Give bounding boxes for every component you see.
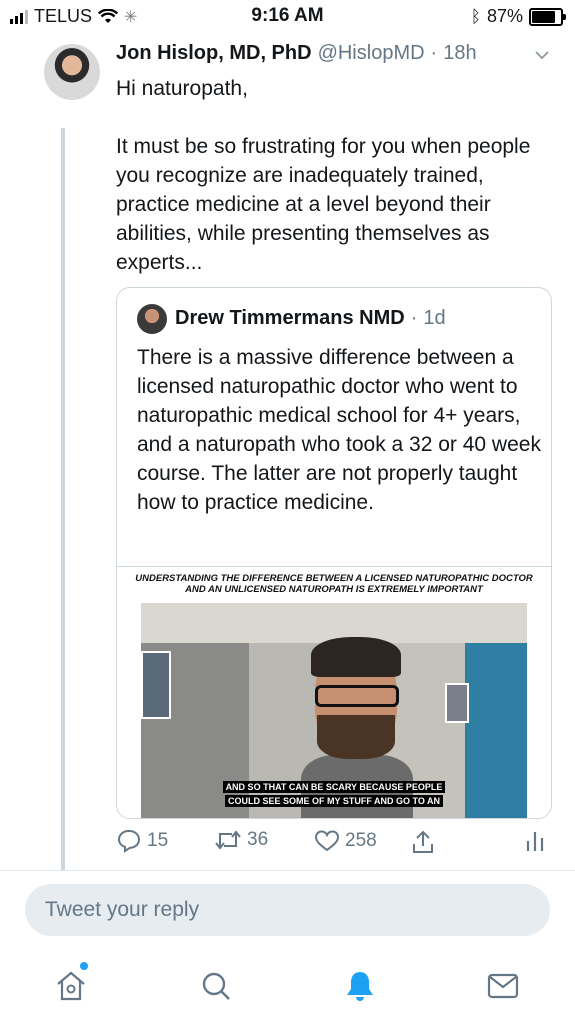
messages-icon[interactable] (485, 968, 521, 1004)
media-caption: UNDERSTANDING THE DIFFERENCE BETWEEN A L… (117, 573, 551, 595)
video-subtitle-line1: AND SO THAT CAN BE SCARY BECAUSE PEOPLE (141, 781, 527, 793)
status-bar: TELUS ✳ 9:16 AM ᛒ 87% (0, 0, 575, 32)
heart-icon (314, 830, 340, 852)
tweet-header: Jon Hislop, MD, PhD @HislopMD · 18h (116, 42, 477, 65)
quoted-time: 1d (423, 307, 446, 329)
video-wall-art (141, 651, 171, 719)
retweet-button[interactable]: 36 (214, 829, 268, 851)
tweet-actions: 15 36 258 (116, 829, 556, 859)
author-handle[interactable]: @HislopMD (318, 42, 425, 65)
thread-line (61, 128, 65, 870)
video-wall-art-right (445, 683, 469, 723)
tweet-text: Hi naturopath, It must be so frustrating… (116, 77, 531, 274)
status-right: ᛒ 87% (470, 6, 566, 27)
author-name[interactable]: Jon Hislop, MD, PhD (116, 42, 312, 65)
like-button[interactable]: 258 (314, 829, 377, 853)
battery-fill (532, 10, 555, 23)
analytics-button[interactable] (524, 829, 546, 853)
retweet-icon (215, 830, 241, 850)
battery-percent: 87% (486, 6, 523, 26)
meta-separator: · (430, 42, 438, 64)
media-caption-line1: UNDERSTANDING THE DIFFERENCE BETWEEN A L… (135, 573, 533, 584)
share-button[interactable] (410, 829, 436, 855)
quoted-media[interactable]: UNDERSTANDING THE DIFFERENCE BETWEEN A L… (117, 566, 551, 818)
quoted-author-name: Drew Timmermans NMD (175, 307, 405, 329)
reply-icon (117, 829, 141, 853)
notifications-icon[interactable] (342, 968, 378, 1004)
video-subtitle-line2: COULD SEE SOME OF MY STUFF AND GO TO AN (141, 795, 527, 807)
home-icon[interactable] (53, 968, 89, 1004)
bluetooth-icon: ᛒ (470, 6, 481, 26)
tweet-time: 18h (443, 42, 477, 64)
reply-input[interactable]: Tweet your reply (25, 884, 550, 936)
quoted-tweet[interactable]: Drew Timmermans NMD · 1d There is a mass… (116, 287, 552, 819)
quoted-text: There is a massive difference between a … (137, 346, 541, 514)
media-caption-line2: AND AN UNLICENSED NATUROPATH IS EXTREMEL… (185, 584, 483, 595)
notification-dot (80, 962, 88, 970)
battery-icon (529, 7, 566, 26)
retweet-count: 36 (247, 829, 269, 850)
quoted-header: Drew Timmermans NMD · 1d (175, 307, 446, 330)
reply-divider (0, 870, 575, 871)
like-count: 258 (345, 830, 377, 851)
search-icon[interactable] (198, 968, 234, 1004)
quoted-separator: · (410, 307, 418, 329)
analytics-icon (526, 832, 544, 851)
reply-count: 15 (147, 830, 169, 851)
share-icon (413, 830, 433, 853)
reply-button[interactable]: 15 (116, 829, 168, 853)
tab-bar (0, 950, 575, 1024)
quoted-avatar (137, 304, 167, 334)
video-thumbnail[interactable]: AND SO THAT CAN BE SCARY BECAUSE PEOPLE … (141, 603, 527, 818)
reply-placeholder: Tweet your reply (45, 898, 200, 921)
chevron-down-icon[interactable] (533, 46, 551, 64)
avatar[interactable] (44, 44, 100, 100)
